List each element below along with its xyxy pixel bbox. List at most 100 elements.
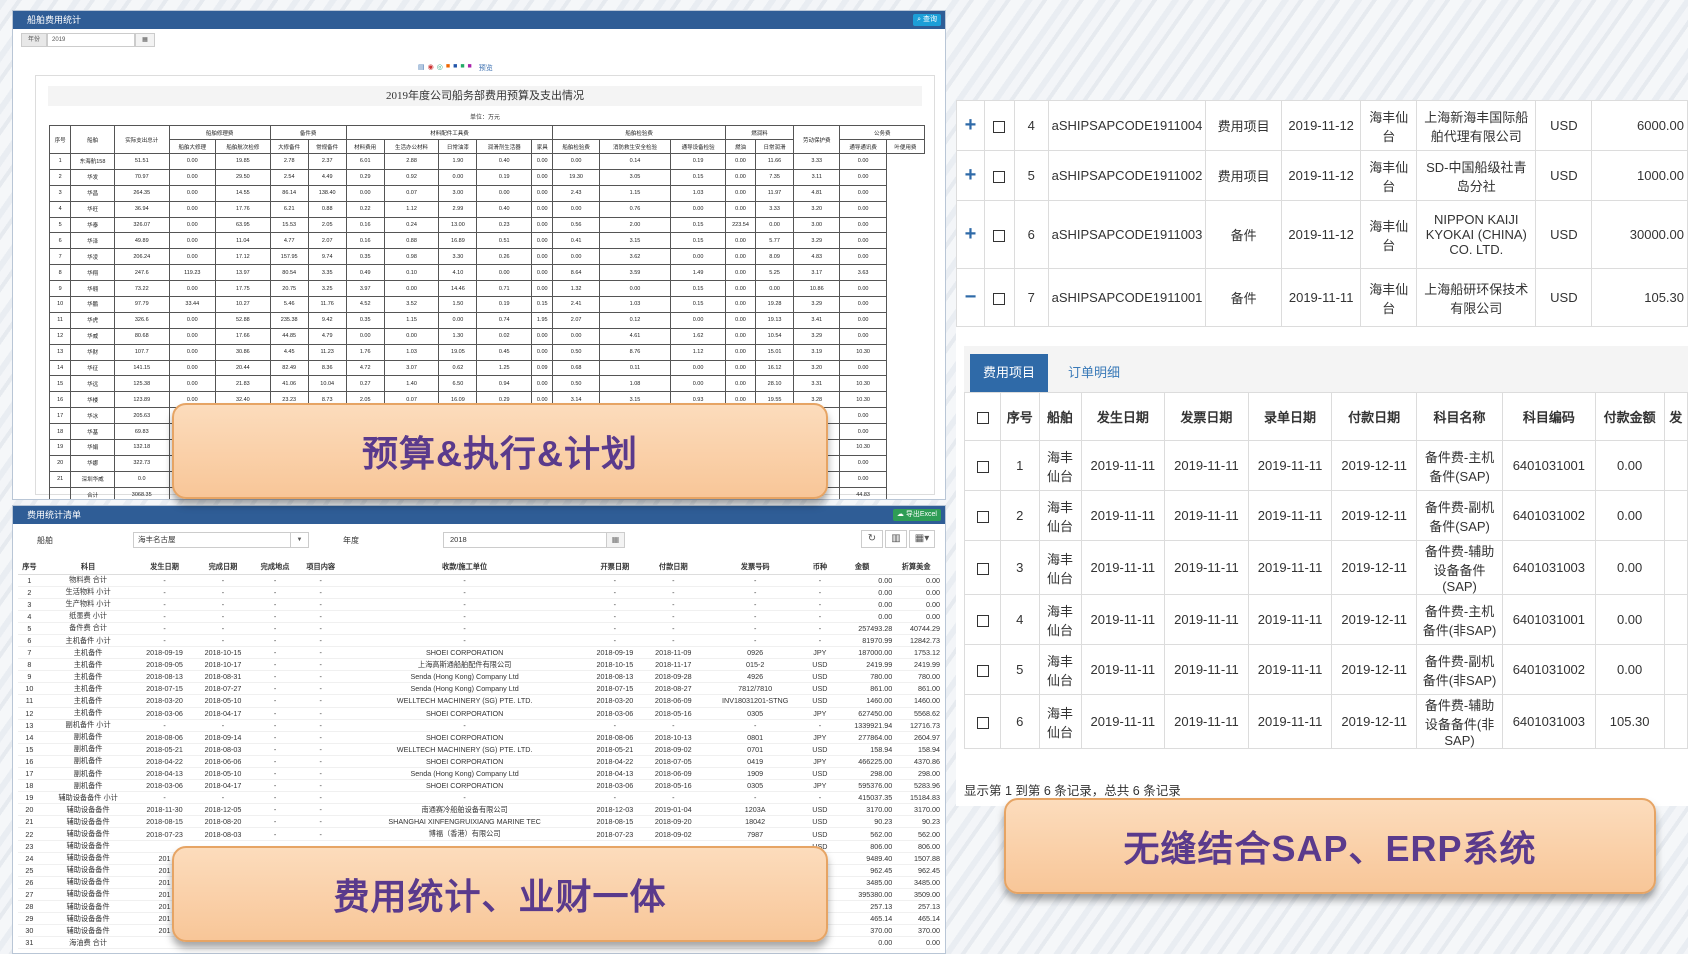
tab-order-detail[interactable]: 订单明细	[1068, 354, 1120, 392]
column-header[interactable]: 发票日期	[1164, 392, 1249, 441]
column-header[interactable]: 序号	[18, 561, 41, 575]
column-header[interactable]: 科目	[40, 561, 136, 575]
column-header[interactable]: 科目编码	[1502, 392, 1596, 441]
column-header[interactable]: 录单日期	[1247, 392, 1333, 441]
column-header[interactable]: 折算美金	[892, 561, 940, 575]
table-row[interactable]: 13 副机备件 小计 - - - - - - - - -1339921.94 12716.73	[18, 719, 940, 732]
table-row[interactable]: 12 主机备件 2018-03-06 2018-04-17- - SHOEI CORPOR…	[18, 707, 940, 720]
table-row[interactable]: 20 辅助设备备件 2018-11-30 2018-12-05- - 南通赛冷船舶设备有限…	[18, 803, 940, 817]
table-row[interactable]: 9 主机备件 2018-08-13 2018-08-31- - Senda (Hong K…	[18, 670, 940, 684]
table-row[interactable]: 3 生产物料 小计 - - - - - - - - -0.00 0.00	[18, 598, 940, 611]
calendar-icon[interactable]: ▦	[606, 533, 624, 547]
table-row[interactable]: 18 副机备件 2018-03-06 2018-04-17- - SHOEI CORPOR…	[18, 779, 940, 793]
print-icon[interactable]: ▤	[418, 63, 425, 73]
pdf-icon[interactable]: ◉	[428, 63, 434, 73]
ship-select[interactable]: 海丰名古屋 ▼	[133, 532, 309, 548]
calendar-icon[interactable]: ▦	[135, 33, 156, 47]
table-row[interactable]: 19 辅助设备备件 小计 - - - - - - - - -415037.35 15184.83	[18, 791, 940, 805]
budget-cell: 1.32	[552, 280, 600, 298]
cost-item-row[interactable]: 5 海丰仙台 2019-11-11 2019-11-11 2019-11-11 2019-…	[964, 644, 1688, 695]
row-checkbox[interactable]	[993, 292, 1006, 305]
table-row[interactable]: 4 纸墨费 小计 - - - - - - - - -0.00 0.00	[18, 610, 940, 623]
image-icon[interactable]: ■	[468, 63, 472, 73]
column-header[interactable]: 完成地点	[252, 561, 298, 575]
table-row[interactable]: 17 副机备件 2018-04-13 2018-05-10- - Senda (Hong …	[18, 767, 940, 781]
row-checkbox[interactable]	[976, 614, 989, 627]
table-row[interactable]: 22 辅助设备备件 2018-07-23 2018-08-03- - 博福（香港）有限公司…	[18, 827, 940, 841]
table-row[interactable]: 8 主机备件 2018-09-05 2018-10-17- - 上海高斯通船舶配件有限公司…	[18, 658, 940, 672]
column-header[interactable]: 付款金额	[1594, 392, 1665, 441]
table-row[interactable]: 15 副机备件 2018-05-21 2018-08-03- - WELLTECH MAC…	[18, 743, 940, 756]
sap-order-row[interactable]: +4 aSHIPSAPCODE1911004 费用项目 2019-11-12 海丰仙台上…	[956, 100, 1688, 151]
column-header[interactable]: 币种	[807, 561, 832, 575]
budget-cell: 3.41	[793, 311, 841, 329]
refresh-icon[interactable]: ↻	[861, 530, 883, 548]
column-header[interactable]: 发生日期	[1080, 392, 1166, 441]
budget-cell: 0.02	[476, 327, 533, 345]
row-checkbox[interactable]	[976, 460, 989, 473]
row-checkbox[interactable]	[976, 664, 989, 677]
column-header[interactable]: 科目名称	[1416, 392, 1504, 441]
cost-item-row[interactable]: 6 海丰仙台 2019-11-11 2019-11-11 2019-11-11 2019-…	[964, 694, 1688, 749]
preview-dropdown[interactable]: 预览	[479, 63, 493, 73]
cost-item-row[interactable]: 1 海丰仙台 2019-11-11 2019-11-11 2019-11-11 2019-…	[964, 440, 1688, 491]
table-row[interactable]: 6 主机备件 小计 - - - - - - - - -81970.99 12842.73	[18, 634, 940, 648]
table-row[interactable]: 21 辅助设备备件 2018-08-15 2018-08-20- - SHANGHAI X…	[18, 815, 940, 829]
column-header[interactable]: 发票号码	[702, 561, 808, 575]
columns-icon[interactable]: ▦▾	[909, 530, 935, 548]
sap-order-row[interactable]: −7 aSHIPSAPCODE1911001 备件 2019-11-11 海丰仙台 上海船…	[956, 268, 1688, 327]
email-icon[interactable]: ◎	[437, 63, 443, 73]
column-header[interactable]: 发	[1663, 392, 1688, 441]
column-header[interactable]: 付款日期	[1331, 392, 1418, 441]
column-header[interactable]: 金额	[831, 561, 893, 575]
column-header[interactable]: 项目内容	[297, 561, 344, 575]
expand-icon[interactable]: +	[956, 200, 985, 269]
table-cell: 465.14	[831, 912, 893, 926]
cost-code-cell: 6401031002	[1502, 490, 1596, 541]
expand-icon[interactable]: +	[956, 150, 985, 201]
column-header[interactable]: 发生日期	[135, 561, 194, 575]
tab-cost-items[interactable]: 费用项目	[970, 354, 1048, 392]
budget-cell: 19.30	[552, 168, 600, 186]
year-input[interactable]: 2018 ▦	[443, 532, 625, 548]
column-header[interactable]: 完成日期	[193, 561, 253, 575]
table-tools: ↻ ▥ ▦▾	[861, 530, 935, 548]
query-button[interactable]: ⌕ 查询	[913, 14, 941, 26]
table-row[interactable]: 16 副机备件 2018-04-22 2018-06-06- - SHOEI CORPOR…	[18, 755, 940, 769]
row-checkbox[interactable]	[993, 170, 1006, 183]
collapse-icon[interactable]: −	[956, 268, 985, 327]
word-icon[interactable]: ■	[453, 63, 457, 73]
export-excel-button[interactable]: ☁ 导出Excel	[892, 509, 941, 521]
sap-order-row[interactable]: +6 aSHIPSAPCODE1911003 备件 2019-11-12 海丰仙台 NIP…	[956, 200, 1688, 269]
row-checkbox[interactable]	[976, 716, 989, 729]
select-all-checkbox[interactable]	[976, 411, 989, 424]
table-row[interactable]: 5 备件费 合计 - - - - - - - - -257493.28 40744.29	[18, 622, 940, 635]
chevron-down-icon[interactable]: ▼	[290, 533, 308, 547]
cost-d4-cell: 2019-12-11	[1331, 540, 1418, 595]
column-header[interactable]: 船舶	[1038, 392, 1082, 441]
toggle-view-icon[interactable]: ▥	[885, 530, 907, 548]
table-row[interactable]: 11 主机备件 2018-03-20 2018-05-10- - WELLTECH MAC…	[18, 694, 940, 708]
ppt-icon[interactable]: ■	[446, 63, 450, 73]
column-header[interactable]: 收款/施工单位	[343, 561, 586, 575]
cost-item-row[interactable]: 2 海丰仙台 2019-11-11 2019-11-11 2019-11-11 2019-…	[964, 490, 1688, 541]
column-header[interactable]: 开票日期	[585, 561, 645, 575]
year-input[interactable]: 2019	[47, 33, 136, 47]
column-header[interactable]: 序号	[1000, 392, 1040, 441]
row-checkbox[interactable]	[993, 120, 1006, 133]
cost-item-row[interactable]: 3 海丰仙台 2019-11-11 2019-11-11 2019-11-11 2019-…	[964, 540, 1688, 595]
table-cell: -	[297, 803, 344, 817]
row-checkbox[interactable]	[976, 562, 989, 575]
column-header[interactable]: 付款日期	[644, 561, 703, 575]
row-checkbox[interactable]	[976, 510, 989, 523]
table-row[interactable]: 7 主机备件 2018-09-19 2018-10-15- - SHOEI CORPORA…	[18, 646, 940, 660]
table-row[interactable]: 14 副机备件 2018-08-06 2018-09-14- - SHOEI CORPOR…	[18, 731, 940, 744]
table-row[interactable]: 10 主机备件 2018-07-15 2018-07-27- - Senda (Hong …	[18, 682, 940, 696]
cost-item-row[interactable]: 4 海丰仙台 2019-11-11 2019-11-11 2019-11-11 2019-…	[964, 594, 1688, 645]
expand-icon[interactable]: +	[956, 100, 985, 151]
excel-icon[interactable]: ■	[460, 63, 464, 73]
row-checkbox[interactable]	[993, 229, 1006, 242]
table-row[interactable]: 2 生活物料 小计 - - - - - - - - -0.00 0.00	[18, 586, 940, 599]
sap-order-row[interactable]: +5 aSHIPSAPCODE1911002 费用项目 2019-11-12 海丰仙台 S…	[956, 150, 1688, 201]
table-row[interactable]: 1 物料费 合计 - - - - - - - - -0.00 0.00	[18, 574, 940, 587]
